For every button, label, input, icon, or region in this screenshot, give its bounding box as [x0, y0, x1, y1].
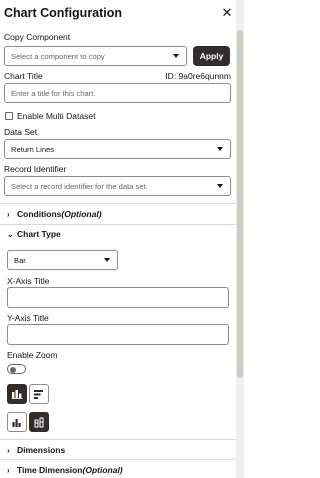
chart-type-select[interactable]: Bar: [7, 250, 118, 270]
divider: [0, 203, 236, 204]
vertical-bars-button[interactable]: [7, 384, 27, 404]
panel-header: Chart Configuration ✕: [4, 3, 236, 23]
stacked-bars-icon: [34, 417, 44, 427]
multi-dataset-checkbox[interactable]: [5, 112, 13, 120]
enable-zoom-label: Enable Zoom: [7, 350, 58, 360]
conditions-section-toggle[interactable]: › Conditions (Optional): [7, 209, 102, 219]
dimensions-label: Dimensions: [17, 445, 66, 455]
copy-component-label: Copy Component: [4, 32, 71, 42]
x-axis-title-input[interactable]: [7, 287, 229, 308]
chart-configuration-panel: Chart Configuration ✕ Copy Component Sel…: [0, 0, 236, 478]
data-set-select[interactable]: Return Lines: [4, 139, 231, 159]
chevron-down-icon: [173, 54, 179, 58]
x-axis-title-label: X-Axis Title: [7, 276, 50, 286]
chevron-down-icon: [104, 258, 110, 262]
dimensions-section-toggle[interactable]: › Dimensions: [7, 445, 65, 455]
time-dimension-optional: (Optional): [82, 465, 123, 475]
multi-dataset-label: Enable Multi Dataset: [17, 111, 96, 121]
chevron-down-icon: [217, 184, 223, 188]
data-set-value: Return Lines: [11, 144, 55, 154]
divider: [0, 459, 236, 460]
horizontal-bars-button[interactable]: [29, 384, 49, 404]
conditions-label: Conditions: [17, 209, 62, 219]
chart-id-text: ID: 9a0re6qunnm: [165, 71, 231, 81]
chart-title-label: Chart Title: [4, 71, 43, 81]
scrollbar[interactable]: [236, 0, 244, 478]
horizontal-bars-icon: [34, 389, 43, 399]
record-identifier-select[interactable]: Select a record identifier for the data …: [4, 176, 231, 196]
time-dimension-label: Time Dimension: [17, 465, 83, 475]
chart-type-label: Chart Type: [17, 229, 61, 239]
chevron-down-icon: [217, 147, 223, 151]
chart-title-placeholder: Enter a title for this chart.: [11, 88, 96, 98]
divider: [0, 439, 236, 440]
divider: [0, 224, 236, 225]
data-set-label: Data Set: [4, 127, 38, 137]
close-icon[interactable]: ✕: [220, 5, 234, 20]
chart-title-input[interactable]: Enter a title for this chart.: [4, 83, 231, 103]
chevron-right-icon: ›: [7, 465, 10, 475]
copy-component-placeholder: Select a component to copy: [11, 51, 105, 61]
chevron-down-icon: ⌄: [7, 229, 14, 239]
scrollbar-thumb[interactable]: [237, 30, 243, 378]
enable-zoom-toggle[interactable]: [7, 364, 26, 374]
panel-title: Chart Configuration: [4, 6, 123, 20]
apply-button[interactable]: Apply: [193, 46, 230, 66]
grouped-bars-button[interactable]: [7, 412, 27, 432]
stacked-bars-button[interactable]: [29, 412, 49, 432]
chevron-right-icon: ›: [7, 209, 10, 219]
chart-type-section-toggle[interactable]: ⌄ Chart Type: [7, 229, 61, 239]
toggle-knob: [10, 367, 16, 373]
chart-type-value: Bar: [14, 255, 26, 265]
copy-component-select[interactable]: Select a component to copy: [4, 46, 187, 66]
vertical-bars-icon: [11, 390, 23, 399]
multi-dataset-row: Enable Multi Dataset: [5, 111, 95, 121]
y-axis-title-label: Y-Axis Title: [7, 313, 49, 323]
grouped-bars-icon: [12, 418, 21, 427]
record-identifier-label: Record Identifier: [4, 164, 67, 174]
record-identifier-placeholder: Select a record identifier for the data …: [11, 181, 148, 191]
conditions-optional: (Optional): [61, 209, 102, 219]
chevron-right-icon: ›: [7, 445, 10, 455]
time-dimension-section-toggle[interactable]: › Time Dimension (Optional): [7, 465, 123, 475]
y-axis-title-input[interactable]: [7, 324, 229, 345]
